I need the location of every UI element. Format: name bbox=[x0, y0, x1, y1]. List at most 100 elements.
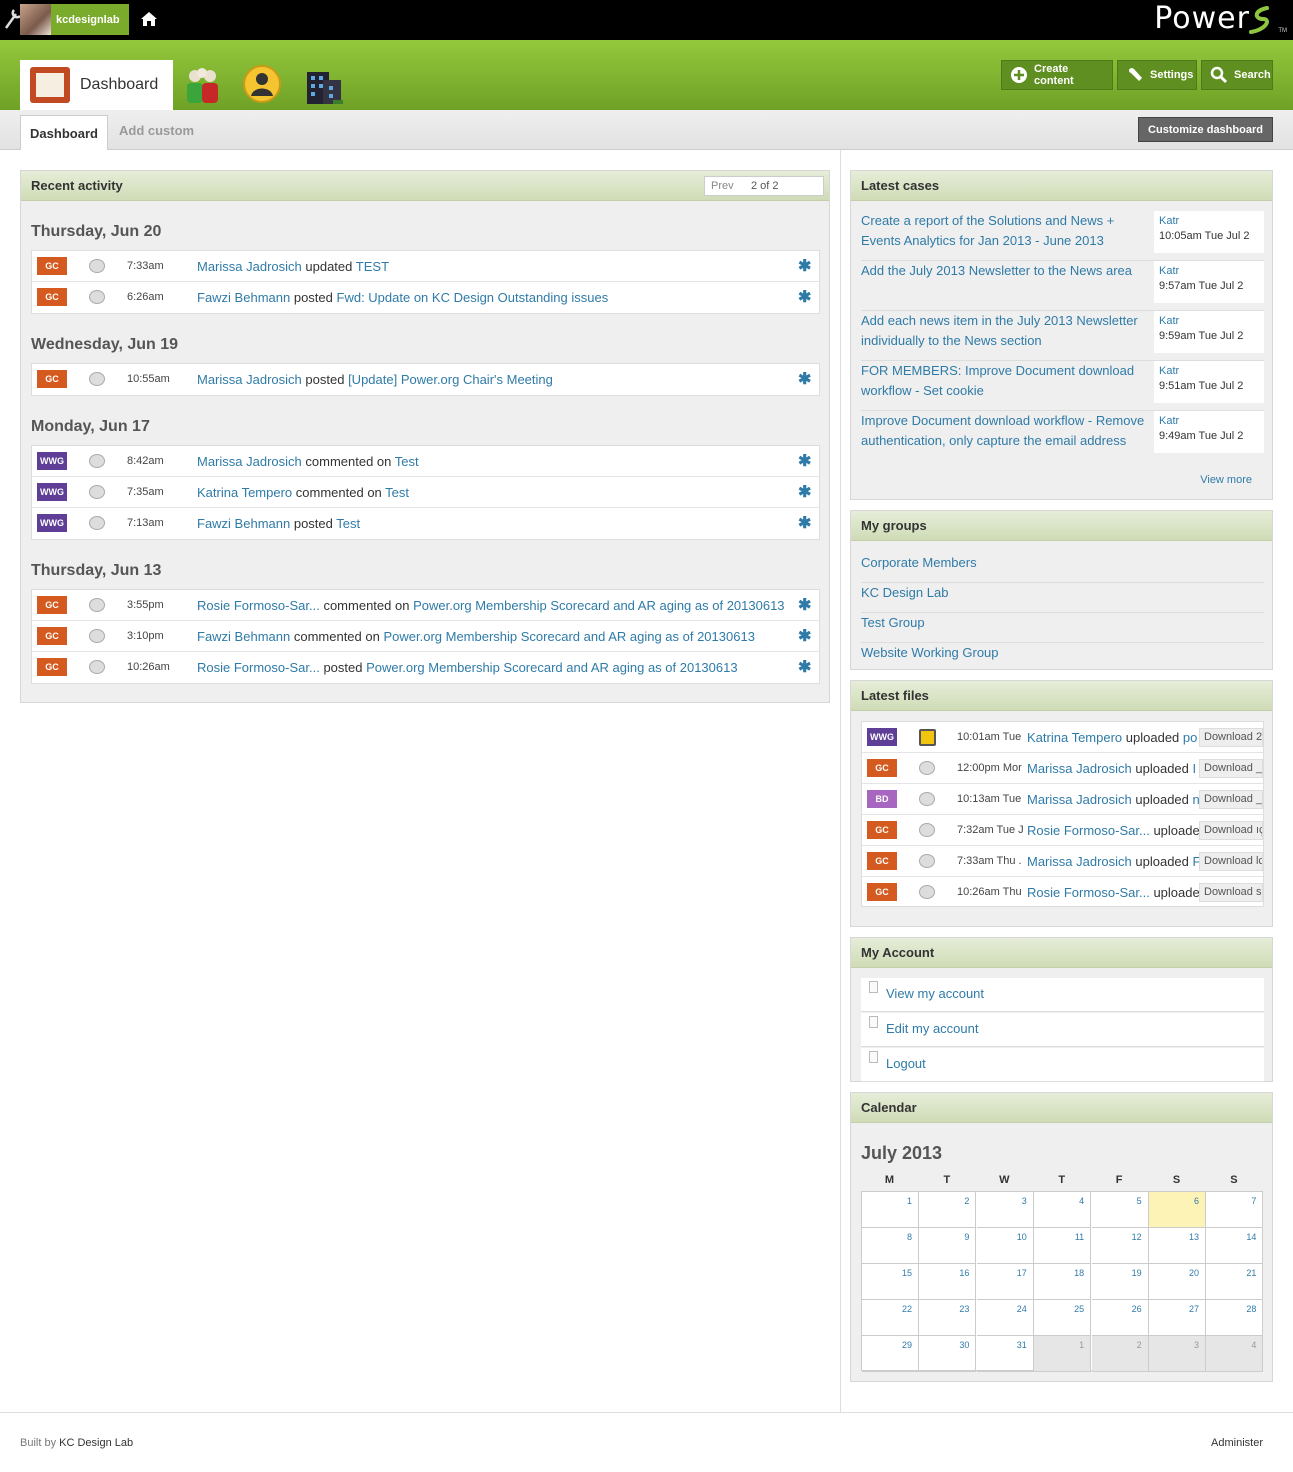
case-author-link[interactable]: Katr bbox=[1159, 265, 1264, 277]
user-link[interactable]: Katrina Tempero bbox=[197, 485, 292, 500]
calendar-day[interactable]: 5 bbox=[1091, 1192, 1149, 1228]
calendar-day[interactable]: 19 bbox=[1091, 1264, 1149, 1300]
group-badge[interactable]: GC bbox=[867, 883, 897, 901]
group-badge[interactable]: WWG bbox=[867, 728, 897, 746]
calendar-day[interactable]: 20 bbox=[1149, 1264, 1206, 1300]
profile-icon[interactable] bbox=[242, 64, 284, 106]
user-link[interactable]: Rosie Formoso-Sar... bbox=[197, 598, 320, 613]
follow-star-icon[interactable]: ✱ bbox=[798, 482, 811, 502]
calendar-day[interactable]: 22 bbox=[862, 1300, 919, 1336]
calendar-day[interactable]: 26 bbox=[1091, 1300, 1149, 1336]
account-link-row[interactable]: Edit my account bbox=[861, 1013, 1264, 1047]
calendar-day[interactable]: 21 bbox=[1206, 1264, 1264, 1300]
calendar-day[interactable]: 27 bbox=[1149, 1300, 1206, 1336]
group-badge[interactable]: GC bbox=[867, 759, 897, 777]
calendar-day[interactable]: 2 bbox=[919, 1192, 977, 1228]
calendar-day[interactable]: 31 bbox=[976, 1336, 1034, 1372]
calendar-day[interactable]: 11 bbox=[1034, 1228, 1092, 1264]
calendar-day[interactable]: 25 bbox=[1034, 1300, 1092, 1336]
case-link[interactable]: Create a report of the Solutions and New… bbox=[861, 211, 1146, 251]
follow-star-icon[interactable]: ✱ bbox=[798, 287, 811, 307]
account-link[interactable]: Logout bbox=[886, 1056, 926, 1071]
content-link[interactable]: Power.org Membership Scorecard and AR ag… bbox=[383, 629, 754, 644]
content-link[interactable]: Test bbox=[395, 454, 419, 469]
create-content-button[interactable]: Create content bbox=[1001, 60, 1113, 90]
calendar-day[interactable]: 8 bbox=[862, 1228, 919, 1264]
calendar-day[interactable]: 14 bbox=[1206, 1228, 1264, 1264]
settings-button[interactable]: Settings bbox=[1117, 60, 1197, 90]
case-author-link[interactable]: Katr bbox=[1159, 315, 1264, 327]
group-link[interactable]: KC Design Lab bbox=[861, 583, 1264, 613]
user-link[interactable]: Marissa Jadrosich bbox=[197, 372, 302, 387]
calendar-day[interactable]: 17 bbox=[976, 1264, 1034, 1300]
home-icon[interactable] bbox=[140, 10, 158, 28]
content-link[interactable]: Test bbox=[336, 516, 360, 531]
user-link[interactable]: Rosie Formoso-Sar... bbox=[1027, 885, 1150, 900]
group-badge[interactable]: GC bbox=[867, 821, 897, 839]
account-link[interactable]: Edit my account bbox=[886, 1021, 979, 1036]
tab-dashboard[interactable]: Dashboard bbox=[20, 60, 173, 110]
content-link[interactable]: Power.org Membership Scorecard and AR ag… bbox=[413, 598, 784, 613]
calendar-day[interactable]: 15 bbox=[862, 1264, 919, 1300]
follow-star-icon[interactable]: ✱ bbox=[798, 369, 811, 389]
group-badge[interactable]: WWG bbox=[37, 452, 67, 470]
case-link[interactable]: FOR MEMBERS: Improve Document download w… bbox=[861, 361, 1146, 401]
content-link[interactable]: Power.org Membership Scorecard and AR ag… bbox=[366, 660, 737, 675]
content-link[interactable]: [Update] Power.org Chair's Meeting bbox=[348, 372, 553, 387]
group-badge[interactable]: GC bbox=[37, 596, 67, 614]
calendar-day[interactable]: 12 bbox=[1091, 1228, 1149, 1264]
user-link[interactable]: Fawzi Behmann bbox=[197, 290, 290, 305]
view-more-link[interactable]: View more bbox=[1200, 474, 1252, 486]
download-button[interactable]: Download ıç bbox=[1199, 821, 1263, 840]
group-badge[interactable]: GC bbox=[37, 288, 67, 306]
case-link[interactable]: Improve Document download workflow - Rem… bbox=[861, 411, 1146, 451]
group-link[interactable]: Website Working Group bbox=[861, 643, 1264, 673]
calendar-day[interactable]: 29 bbox=[862, 1336, 919, 1372]
calendar-day[interactable]: 6 bbox=[1149, 1192, 1206, 1228]
case-author-link[interactable]: Katr bbox=[1159, 215, 1264, 227]
file-link[interactable]: I bbox=[1193, 761, 1197, 776]
calendar-day[interactable]: 16 bbox=[919, 1264, 977, 1300]
calendar-day[interactable]: 13 bbox=[1149, 1228, 1206, 1264]
group-badge[interactable]: GC bbox=[37, 370, 67, 388]
group-badge[interactable]: GC bbox=[867, 852, 897, 870]
group-badge[interactable]: WWG bbox=[37, 514, 67, 532]
group-badge[interactable]: WWG bbox=[37, 483, 67, 501]
footer-credit-link[interactable]: KC Design Lab bbox=[59, 1437, 133, 1449]
user-link[interactable]: Marissa Jadrosich bbox=[1027, 854, 1132, 869]
group-badge[interactable]: GC bbox=[37, 658, 67, 676]
pager-prev-button[interactable]: Prev bbox=[711, 177, 734, 195]
subtab-add-custom[interactable]: Add custom bbox=[119, 123, 194, 138]
account-link-row[interactable]: View my account bbox=[861, 978, 1264, 1012]
follow-star-icon[interactable]: ✱ bbox=[798, 513, 811, 533]
calendar-day[interactable]: 10 bbox=[976, 1228, 1034, 1264]
calendar-day[interactable]: 3 bbox=[976, 1192, 1034, 1228]
people-icon[interactable] bbox=[182, 64, 224, 106]
account-link[interactable]: View my account bbox=[886, 986, 984, 1001]
user-link[interactable]: Marissa Jadrosich bbox=[197, 259, 302, 274]
case-link[interactable]: Add each news item in the July 2013 News… bbox=[861, 311, 1146, 351]
case-author-link[interactable]: Katr bbox=[1159, 365, 1264, 377]
follow-star-icon[interactable]: ✱ bbox=[798, 256, 811, 276]
group-link[interactable]: Test Group bbox=[861, 613, 1264, 643]
download-button[interactable]: Download s bbox=[1199, 883, 1263, 902]
file-link[interactable]: po bbox=[1183, 730, 1197, 745]
download-button[interactable]: Download lc bbox=[1199, 852, 1263, 871]
download-button[interactable]: Download _ bbox=[1199, 759, 1263, 778]
subtab-dashboard[interactable]: Dashboard bbox=[20, 115, 108, 150]
calendar-day[interactable]: 23 bbox=[919, 1300, 977, 1336]
download-button[interactable]: Download 2 bbox=[1199, 728, 1263, 747]
content-link[interactable]: Test bbox=[385, 485, 409, 500]
user-link[interactable]: Fawzi Behmann bbox=[197, 516, 290, 531]
user-link[interactable]: Rosie Formoso-Sar... bbox=[1027, 823, 1150, 838]
follow-star-icon[interactable]: ✱ bbox=[798, 451, 811, 471]
group-link[interactable]: Corporate Members bbox=[861, 553, 1264, 583]
group-badge[interactable]: GC bbox=[37, 627, 67, 645]
calendar-day[interactable]: 18 bbox=[1034, 1264, 1092, 1300]
administer-link[interactable]: Administer bbox=[1211, 1437, 1263, 1449]
case-link[interactable]: Add the July 2013 Newsletter to the News… bbox=[861, 261, 1146, 281]
customize-dashboard-button[interactable]: Customize dashboard bbox=[1138, 117, 1273, 142]
download-button[interactable]: Download _f bbox=[1199, 790, 1263, 809]
calendar-day[interactable]: 30 bbox=[919, 1336, 977, 1372]
user-link[interactable]: Fawzi Behmann bbox=[197, 629, 290, 644]
